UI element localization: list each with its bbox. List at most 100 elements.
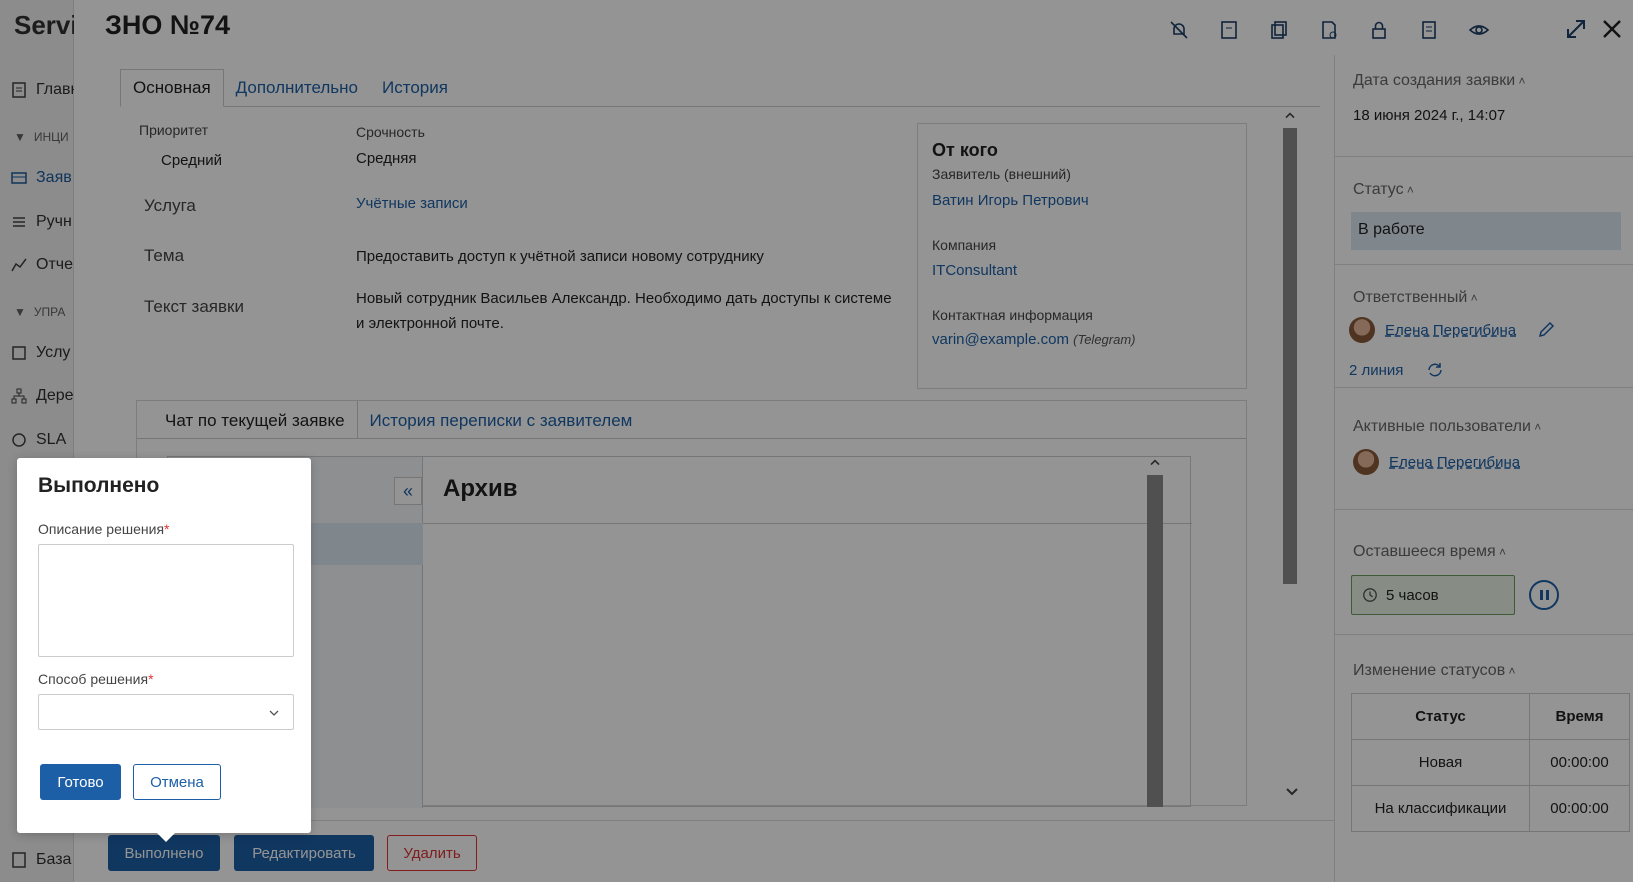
dialog-title: Выполнено xyxy=(38,474,160,497)
tab-additional[interactable]: Дополнительно xyxy=(224,70,370,106)
required-mark: * xyxy=(164,521,170,537)
pause-button[interactable] xyxy=(1529,580,1559,610)
text-value-line-1: Новый сотрудник Васильев Александр. Необ… xyxy=(356,290,892,307)
service-link[interactable]: Учётные записи xyxy=(356,191,468,216)
status-changes-label[interactable]: Изменение статусов xyxy=(1353,662,1516,680)
chevron-down-icon[interactable] xyxy=(1282,782,1302,802)
table-row: На классификации 00:00:00 xyxy=(1351,785,1630,832)
status-section: Статус В работе xyxy=(1335,157,1633,265)
table-header: Время xyxy=(1529,693,1630,740)
chevron-up-icon xyxy=(1150,459,1160,466)
avatar xyxy=(1349,317,1375,343)
status-changes-section: Изменение статусов Статус Время Новая 00… xyxy=(1335,635,1633,882)
tab-main[interactable]: Основная xyxy=(120,69,224,107)
line-link[interactable]: 2 линия xyxy=(1349,362,1403,379)
responsible-user-link[interactable]: Елена Перегибина xyxy=(1385,322,1516,339)
urgency-label: Срочность xyxy=(356,124,425,140)
description-textarea[interactable] xyxy=(38,544,294,657)
responsible-section: Ответственный Елена Перегибина 2 линия xyxy=(1335,265,1633,388)
service-label: Услуга xyxy=(144,196,196,215)
eye-icon xyxy=(1468,25,1490,35)
watch-button[interactable] xyxy=(1465,16,1493,44)
page-title: ЗНО №74 xyxy=(105,10,231,40)
expand-button[interactable] xyxy=(1563,16,1589,42)
remaining-time-value: 5 часов xyxy=(1386,586,1439,604)
table-cell: 00:00:00 xyxy=(1529,785,1630,832)
description-label: Описание решения* xyxy=(38,521,170,537)
remaining-time-section: Оставшееся время 5 часов xyxy=(1335,510,1633,635)
created-label[interactable]: Дата создания заявки xyxy=(1353,72,1526,90)
company-link[interactable]: ITConsultant xyxy=(932,262,1017,279)
method-label: Способ решения* xyxy=(38,671,154,687)
text-value-line-2: и электронной почте. xyxy=(356,315,504,332)
chat-title: Архив xyxy=(443,475,518,502)
required-mark: * xyxy=(148,671,154,687)
scrollbar-thumb[interactable] xyxy=(1147,475,1163,807)
priority-label: Приоритет xyxy=(139,122,209,138)
copy-button[interactable] xyxy=(1265,16,1293,44)
remaining-time-label[interactable]: Оставшееся время xyxy=(1353,543,1506,561)
status-changes-table: Статус Время Новая 00:00:00 На классифик… xyxy=(1351,693,1630,832)
chat-tabs: Чат по текущей заявке История переписки … xyxy=(137,401,1246,439)
company-label: Компания xyxy=(932,237,997,253)
responsible-label[interactable]: Ответственный xyxy=(1353,289,1478,307)
applicant-label: Заявитель (внешний) xyxy=(932,166,1071,182)
notebook-icon xyxy=(1422,21,1436,39)
scrollbar-thumb[interactable] xyxy=(1283,128,1297,584)
applicant-link[interactable]: Ватин Игорь Петрович xyxy=(932,192,1089,209)
active-user: Елена Перегибина xyxy=(1353,449,1520,475)
contact-label: Контактная информация xyxy=(932,307,1093,323)
remaining-time-badge: 5 часов xyxy=(1351,575,1515,615)
edit-button[interactable]: Редактировать xyxy=(234,835,374,871)
table-header: Статус xyxy=(1351,693,1530,740)
active-user-link[interactable]: Елена Перегибина xyxy=(1389,454,1520,471)
panel-scrollbar[interactable] xyxy=(1280,108,1300,806)
tab-correspondence-history[interactable]: История переписки с заявителем xyxy=(358,401,645,438)
copy-icon xyxy=(1271,21,1287,39)
created-section: Дата создания заявки 18 июня 2024 г., 14… xyxy=(1335,55,1633,157)
active-users-section: Активные пользователи Елена Перегибина xyxy=(1335,388,1633,510)
delete-button[interactable]: Удалить xyxy=(387,835,477,871)
template-button[interactable] xyxy=(1215,16,1243,44)
method-select[interactable] xyxy=(38,694,294,730)
topic-value: Предоставить доступ к учётной записи нов… xyxy=(356,248,764,265)
urgency-value: Средняя xyxy=(356,150,417,167)
request-tabs: Основная Дополнительно История xyxy=(120,69,1320,107)
text-label: Текст заявки xyxy=(144,297,244,316)
close-icon xyxy=(1603,20,1621,38)
status-label[interactable]: Статус xyxy=(1353,181,1414,199)
contact-value[interactable]: varin@example.com (Telegram) xyxy=(932,331,1136,348)
status-badge[interactable]: В работе xyxy=(1351,212,1621,250)
notifications-off-button[interactable] xyxy=(1165,16,1193,44)
tab-history[interactable]: История xyxy=(370,70,460,106)
refresh-icon[interactable] xyxy=(1425,360,1445,380)
resolve-dialog: Выполнено Описание решения* Способ решен… xyxy=(17,458,311,842)
created-value: 18 июня 2024 г., 14:07 xyxy=(1353,107,1506,124)
contact-email[interactable]: varin@example.com xyxy=(932,331,1069,348)
table-cell: Новая xyxy=(1351,739,1530,786)
chevron-up-icon xyxy=(1285,112,1295,119)
double-chevron-left-icon: « xyxy=(402,481,413,501)
cancel-button[interactable]: Отмена xyxy=(133,764,221,800)
tab-current-chat[interactable]: Чат по текущей заявке xyxy=(137,401,358,438)
table-header-row: Статус Время xyxy=(1351,693,1630,740)
submit-button[interactable]: Готово xyxy=(40,764,121,800)
pencil-icon[interactable] xyxy=(1536,320,1556,340)
export-button[interactable] xyxy=(1315,16,1343,44)
from-card: От кого Заявитель (внешний) Ватин Игорь … xyxy=(917,123,1247,389)
close-button[interactable] xyxy=(1597,14,1627,44)
line-row: 2 линия xyxy=(1349,360,1445,380)
responsible-user: Елена Перегибина xyxy=(1349,317,1556,343)
details-sidebar: Дата создания заявки 18 июня 2024 г., 14… xyxy=(1334,55,1633,882)
topic-label: Тема xyxy=(144,246,185,265)
print-button[interactable] xyxy=(1415,16,1443,44)
from-title: От кого xyxy=(932,140,998,160)
lock-icon xyxy=(1372,21,1386,39)
avatar xyxy=(1353,449,1379,475)
active-users-label[interactable]: Активные пользователи xyxy=(1353,418,1541,436)
clock-icon xyxy=(1363,588,1377,602)
chat-window: « Архив xyxy=(167,456,1192,808)
lock-button[interactable] xyxy=(1365,16,1393,44)
chat-scrollbar[interactable] xyxy=(1145,455,1165,807)
collapse-button[interactable]: « xyxy=(394,477,422,505)
